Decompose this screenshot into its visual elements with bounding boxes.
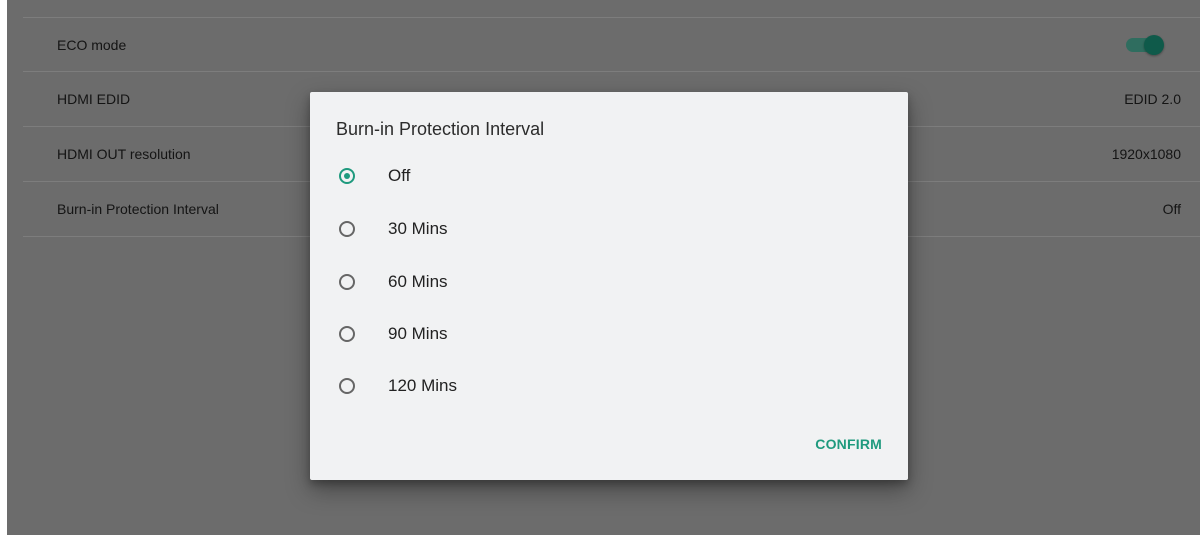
setting-label-hdmi-out-resolution: HDMI OUT resolution bbox=[57, 146, 191, 162]
burn-in-protection-dialog: Burn-in Protection Interval Off 30 Mins … bbox=[310, 92, 908, 480]
radio-checked-icon[interactable] bbox=[339, 168, 355, 184]
option-label: 30 Mins bbox=[388, 219, 448, 238]
option-90-mins[interactable]: 90 Mins bbox=[336, 308, 876, 360]
setting-label-hdmi-edid: HDMI EDID bbox=[57, 91, 131, 107]
option-off[interactable]: Off bbox=[336, 150, 876, 202]
setting-value-hdmi-edid: EDID 2.0 bbox=[1124, 91, 1181, 107]
dialog-title: Burn-in Protection Interval bbox=[336, 119, 545, 139]
radio-unchecked-icon[interactable] bbox=[339, 326, 355, 342]
settings-screen: ECO mode HDMI EDID EDID 2.0 HDMI OUT res… bbox=[7, 0, 1200, 535]
setting-value-burn-in-protection: Off bbox=[1162, 201, 1181, 217]
option-30-mins[interactable]: 30 Mins bbox=[336, 203, 876, 255]
setting-row-eco-mode[interactable]: ECO mode bbox=[23, 17, 1200, 72]
eco-mode-toggle[interactable] bbox=[1126, 34, 1164, 55]
option-label: 120 Mins bbox=[388, 376, 457, 395]
option-60-mins[interactable]: 60 Mins bbox=[336, 256, 876, 308]
radio-unchecked-icon[interactable] bbox=[339, 274, 355, 290]
setting-label-eco-mode: ECO mode bbox=[57, 36, 127, 53]
radio-unchecked-icon[interactable] bbox=[339, 378, 355, 394]
confirm-button[interactable]: CONFIRM bbox=[815, 436, 882, 452]
option-label: Off bbox=[388, 166, 411, 185]
option-label: 60 Mins bbox=[388, 272, 448, 291]
setting-label-burn-in-protection: Burn-in Protection Interval bbox=[57, 201, 219, 217]
option-label: 90 Mins bbox=[388, 324, 448, 343]
option-120-mins[interactable]: 120 Mins bbox=[336, 360, 876, 412]
radio-unchecked-icon[interactable] bbox=[339, 221, 355, 237]
toggle-thumb bbox=[1144, 34, 1164, 55]
setting-value-hdmi-out-resolution: 1920x1080 bbox=[1111, 146, 1181, 162]
